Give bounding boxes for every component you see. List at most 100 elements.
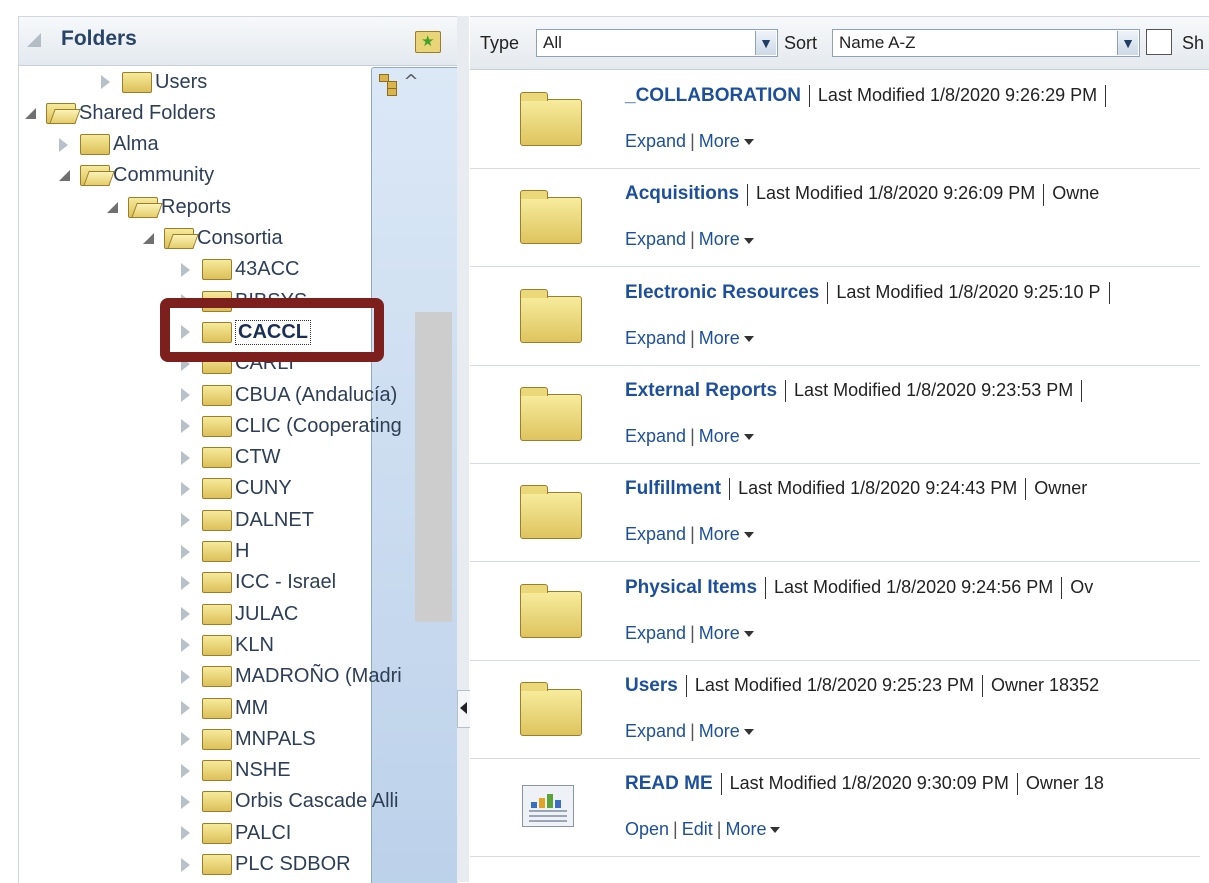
caret-down-icon[interactable] xyxy=(743,729,754,736)
tree-item[interactable]: DALNET xyxy=(181,505,314,535)
tree-item[interactable]: MM xyxy=(181,693,268,723)
item-name-link[interactable]: Fulfillment xyxy=(625,478,721,499)
action-expand-link[interactable]: Expand xyxy=(625,623,686,643)
expand-arrow-icon[interactable] xyxy=(181,544,190,559)
caret-down-icon[interactable] xyxy=(743,630,754,637)
action-open-link[interactable]: Open xyxy=(625,819,669,839)
collapse-arrow-icon[interactable] xyxy=(107,201,118,213)
action-more-link[interactable]: More xyxy=(699,721,740,741)
action-more-link[interactable]: More xyxy=(725,819,766,839)
divider xyxy=(747,183,749,206)
collapse-arrow-icon[interactable] xyxy=(143,233,154,244)
expand-arrow-icon[interactable] xyxy=(181,419,190,434)
tree-item[interactable]: ICC - Israel xyxy=(181,568,336,598)
expand-arrow-icon[interactable] xyxy=(101,75,110,89)
tree-item[interactable]: CBUA (Andalucía) xyxy=(181,380,397,410)
action-more-link[interactable]: More xyxy=(699,426,740,446)
divider xyxy=(720,773,722,796)
tree-scrollbar-thumb[interactable] xyxy=(415,312,452,622)
caret-down-icon[interactable] xyxy=(743,434,754,441)
item-name-link[interactable]: Electronic Resources xyxy=(625,282,819,303)
chevron-down-icon[interactable]: ▼ xyxy=(755,31,776,55)
action-expand-link[interactable]: Expand xyxy=(625,721,686,741)
action-expand-link[interactable]: Expand xyxy=(625,426,686,446)
sort-select[interactable]: Name A-Z ▼ xyxy=(832,29,1140,57)
action-expand-link[interactable]: Expand xyxy=(625,131,686,151)
item-name-link[interactable]: Physical Items xyxy=(625,577,757,598)
scroll-up-icon[interactable]: ^ xyxy=(401,73,421,91)
expand-arrow-icon[interactable] xyxy=(181,794,190,809)
caret-down-icon[interactable] xyxy=(743,139,754,146)
tree-item[interactable]: Reports xyxy=(107,192,231,222)
expand-arrow-icon[interactable] xyxy=(181,763,190,778)
expand-arrow-icon[interactable] xyxy=(181,513,190,528)
tree-item[interactable]: Shared Folders xyxy=(25,98,216,128)
expand-arrow-icon[interactable] xyxy=(181,669,190,684)
expand-arrow-icon[interactable] xyxy=(181,857,190,872)
tree-item[interactable]: CLIC (Cooperating xyxy=(181,411,402,441)
folder-icon[interactable] xyxy=(520,583,582,638)
tree-item[interactable]: MADROÑO (Madri xyxy=(181,662,402,692)
tree-item[interactable]: 43ACC xyxy=(181,255,299,285)
expand-arrow-icon[interactable] xyxy=(181,450,190,465)
item-name-link[interactable]: READ ME xyxy=(625,773,713,794)
collapse-arrow-icon[interactable] xyxy=(25,107,36,119)
item-name-link[interactable]: _COLLABORATION xyxy=(625,85,801,106)
expand-arrow-icon[interactable] xyxy=(181,732,190,747)
collapse-panel-icon[interactable] xyxy=(27,33,41,47)
expand-arrow-icon[interactable] xyxy=(181,388,190,402)
action-expand-link[interactable]: Expand xyxy=(625,328,686,348)
collapse-arrow-icon[interactable] xyxy=(59,170,70,182)
expand-arrow-icon[interactable] xyxy=(181,575,190,590)
caret-down-icon[interactable] xyxy=(743,335,754,342)
type-select[interactable]: All ▼ xyxy=(536,29,778,57)
tree-item[interactable]: PLC SDBOR xyxy=(181,850,351,880)
caret-down-icon[interactable] xyxy=(743,237,754,244)
folder-icon[interactable] xyxy=(520,485,582,540)
favorites-button[interactable]: ★ xyxy=(411,25,443,57)
folder-icon[interactable] xyxy=(520,386,582,441)
tree-item[interactable]: Alma xyxy=(59,130,159,160)
panel-splitter[interactable] xyxy=(457,16,469,882)
tree-item[interactable]: PALCI xyxy=(181,818,291,848)
caret-down-icon[interactable] xyxy=(743,532,754,539)
expand-arrow-icon[interactable] xyxy=(59,137,68,152)
action-more-link[interactable]: More xyxy=(699,328,740,348)
action-more-link[interactable]: More xyxy=(699,524,740,544)
item-name-link[interactable]: Users xyxy=(625,675,678,696)
action-more-link[interactable]: More xyxy=(699,623,740,643)
action-more-link[interactable]: More xyxy=(699,229,740,249)
folder-icon[interactable] xyxy=(520,190,582,245)
tree-item[interactable]: Community xyxy=(59,161,214,191)
expand-arrow-icon[interactable] xyxy=(181,638,190,653)
show-checkbox[interactable] xyxy=(1146,29,1172,55)
tree-item[interactable]: NSHE xyxy=(181,756,291,786)
action-edit-link[interactable]: Edit xyxy=(682,819,713,839)
tree-item[interactable]: KLN xyxy=(181,630,274,660)
item-name-link[interactable]: Acquisitions xyxy=(625,183,739,204)
item-name-link[interactable]: External Reports xyxy=(625,380,777,401)
action-expand-link[interactable]: Expand xyxy=(625,229,686,249)
tree-item[interactable]: Users xyxy=(101,67,207,97)
expand-arrow-icon[interactable] xyxy=(181,481,190,496)
collapse-left-panel-button[interactable] xyxy=(457,690,471,728)
expand-arrow-icon[interactable] xyxy=(181,826,190,841)
expand-arrow-icon[interactable] xyxy=(181,701,190,715)
caret-down-icon[interactable] xyxy=(770,827,781,834)
folder-icon[interactable] xyxy=(520,92,582,146)
expand-arrow-icon[interactable] xyxy=(181,607,190,622)
tree-item[interactable]: CTW xyxy=(181,443,281,473)
tree-item[interactable]: JULAC xyxy=(181,599,298,629)
tree-item[interactable]: CUNY xyxy=(181,474,292,504)
tree-item[interactable]: Consortia xyxy=(143,224,283,254)
folder-icon[interactable] xyxy=(520,288,582,343)
tree-item[interactable]: Orbis Cascade Alli xyxy=(181,787,398,817)
tree-item[interactable]: H xyxy=(181,537,249,567)
folder-icon[interactable] xyxy=(520,681,582,736)
tree-item[interactable]: MNPALS xyxy=(181,724,316,754)
chevron-down-icon[interactable]: ▼ xyxy=(1117,31,1138,55)
action-more-link[interactable]: More xyxy=(699,131,740,151)
expand-arrow-icon[interactable] xyxy=(181,262,190,277)
action-expand-link[interactable]: Expand xyxy=(625,524,686,544)
report-icon[interactable] xyxy=(522,785,574,828)
